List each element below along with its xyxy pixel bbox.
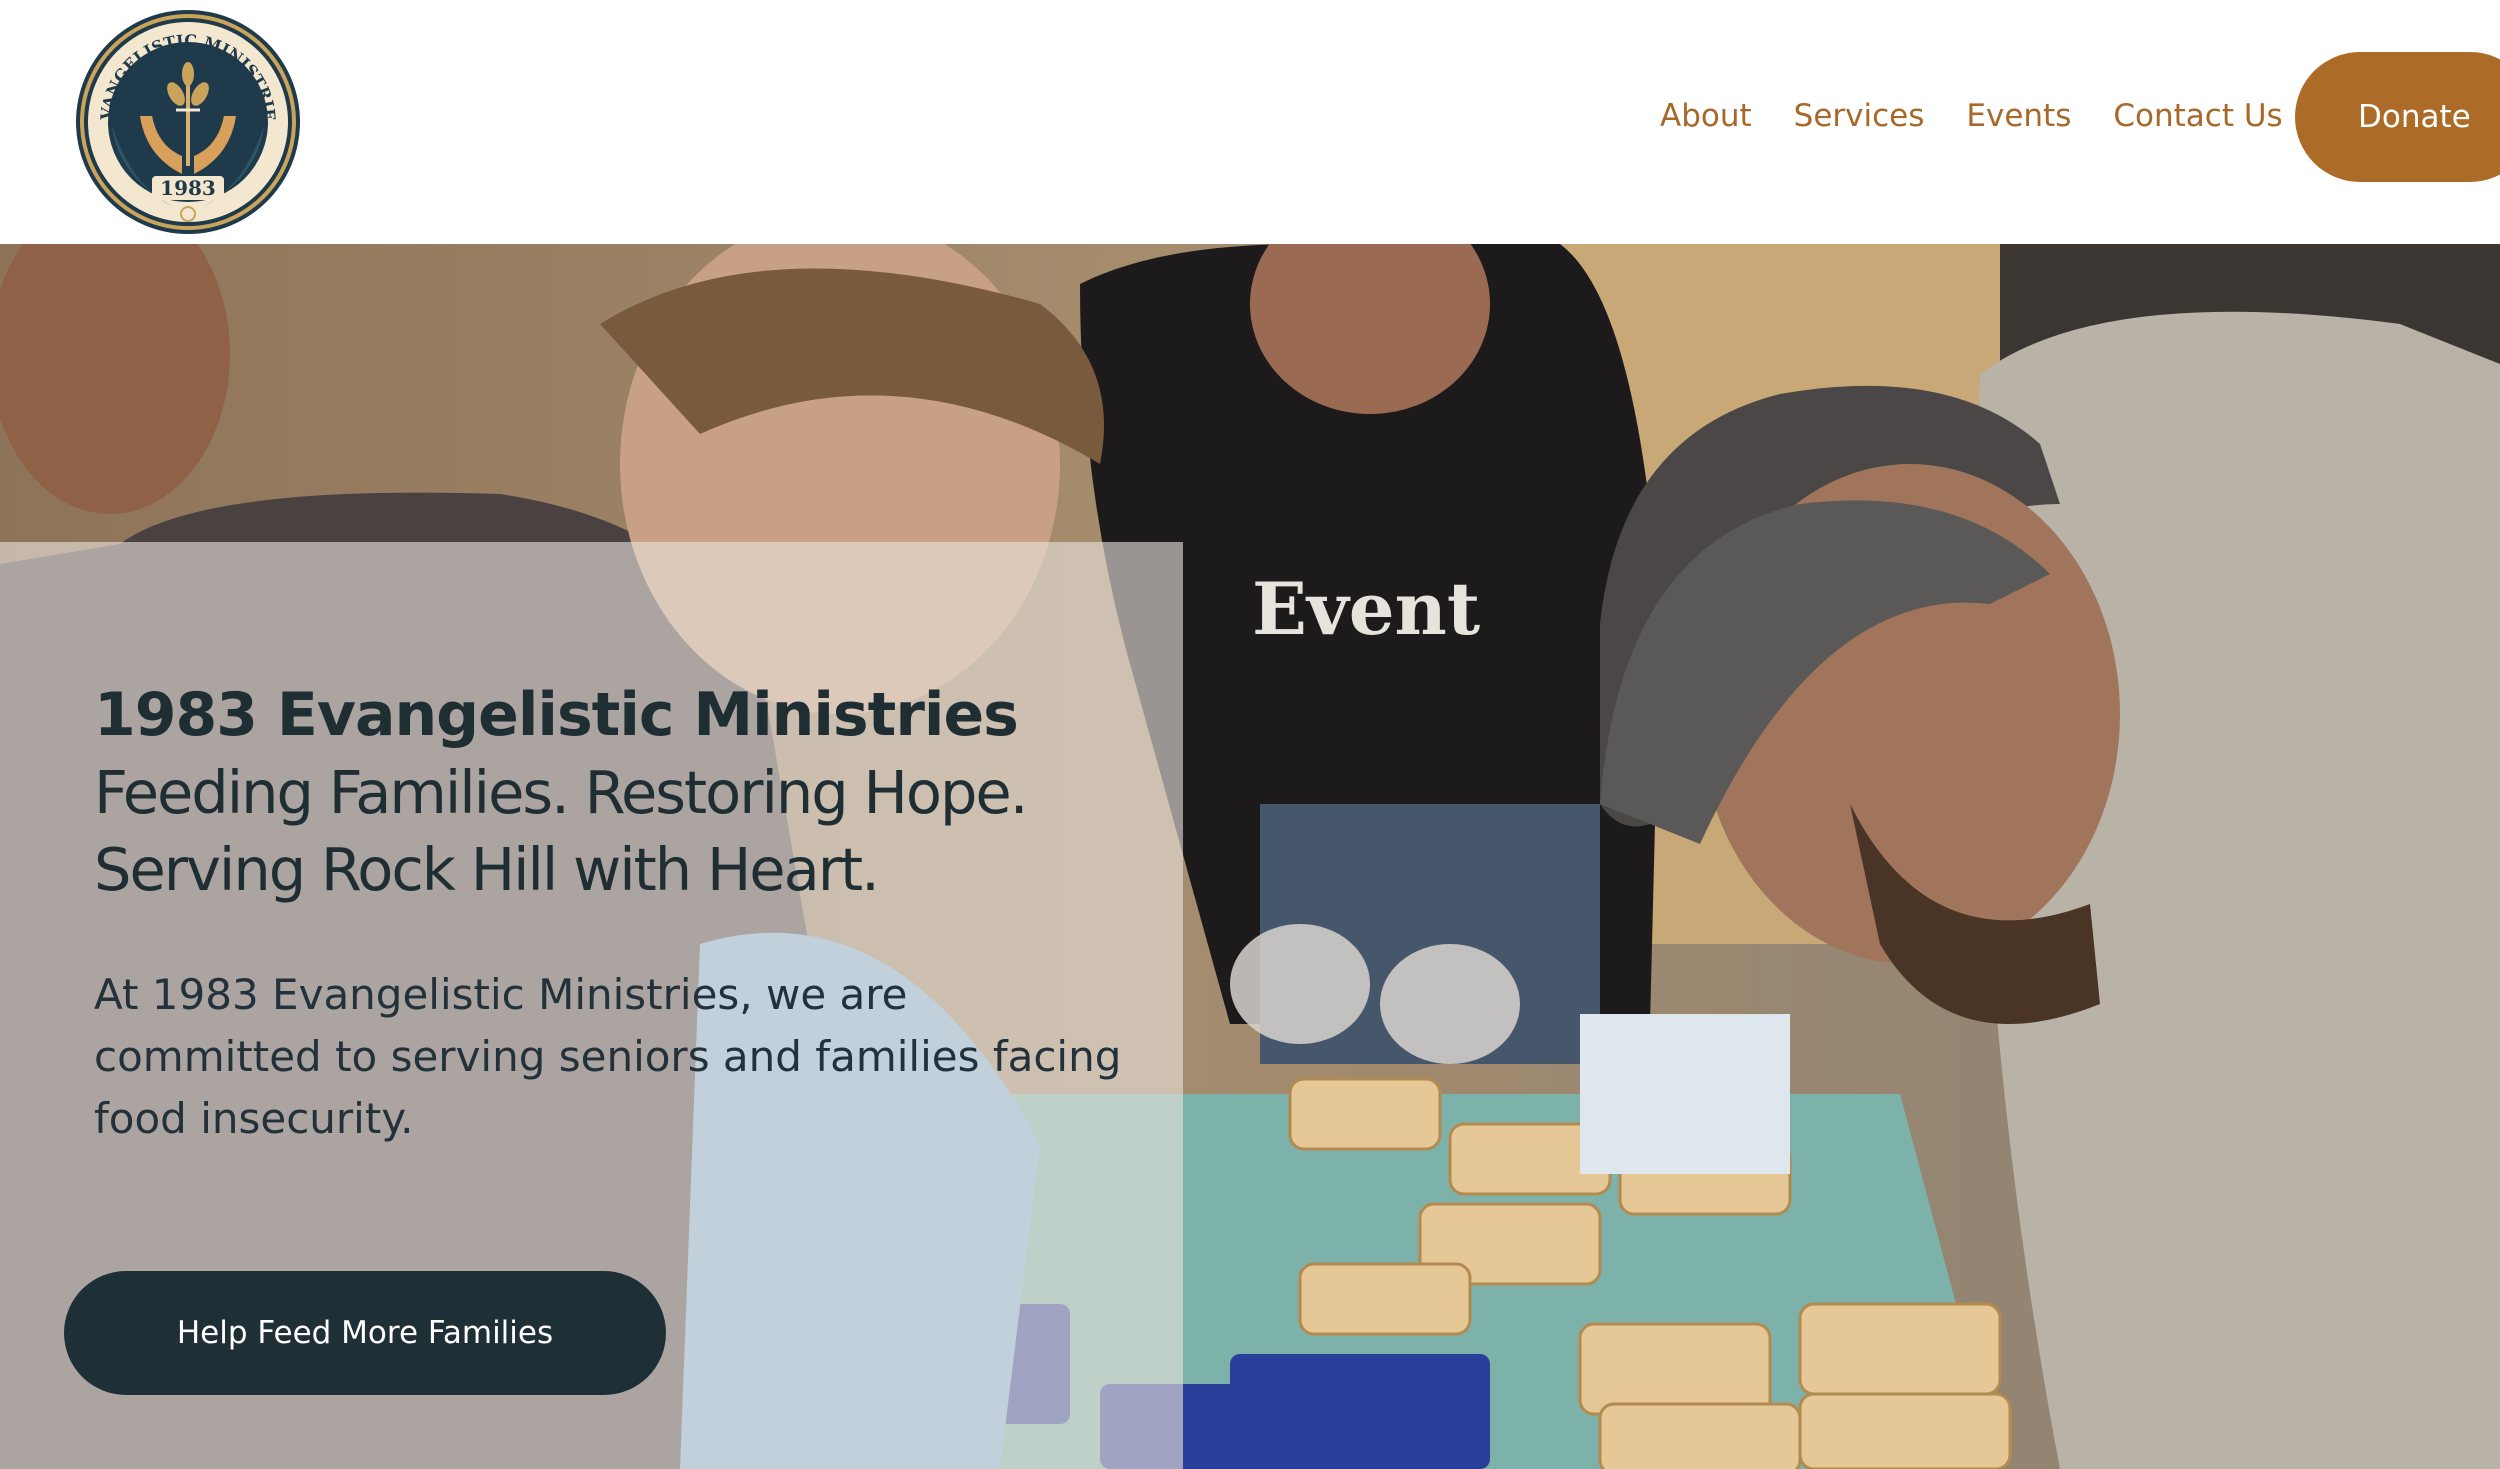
ministry-logo[interactable]: EVANGELISTIC MINISTRIES 1983 [72, 6, 304, 238]
nav-events[interactable]: Events [1966, 96, 2071, 136]
hero-title: 1983 Evangelistic Ministries [94, 680, 1019, 750]
nav-contact-us[interactable]: Contact Us [2113, 96, 2282, 136]
donate-button[interactable]: Donate [2295, 52, 2500, 182]
main-nav: About Services Events Contact Us [1660, 96, 2325, 136]
tagline-line-2: Serving Rock Hill with Heart. [94, 835, 880, 904]
site-header: EVANGELISTIC MINISTRIES 1983 About Servi… [0, 0, 2500, 244]
help-feed-families-button[interactable]: Help Feed More Families [64, 1271, 666, 1395]
nav-services[interactable]: Services [1794, 96, 1925, 136]
hero-intro-text: At 1983 Evangelistic Ministries, we are … [94, 970, 1122, 1143]
photo-shirt-text: Event [1252, 566, 1480, 651]
logo-year: 1983 [160, 176, 216, 200]
hero-section: Event 1983 Evangelistic Ministries Feedi… [0, 244, 2500, 1469]
hero-tagline: Feeding Families. Restoring Hope. Servin… [94, 754, 1134, 908]
tagline-line-1: Feeding Families. Restoring Hope. [94, 758, 1028, 827]
nav-about[interactable]: About [1660, 96, 1752, 136]
